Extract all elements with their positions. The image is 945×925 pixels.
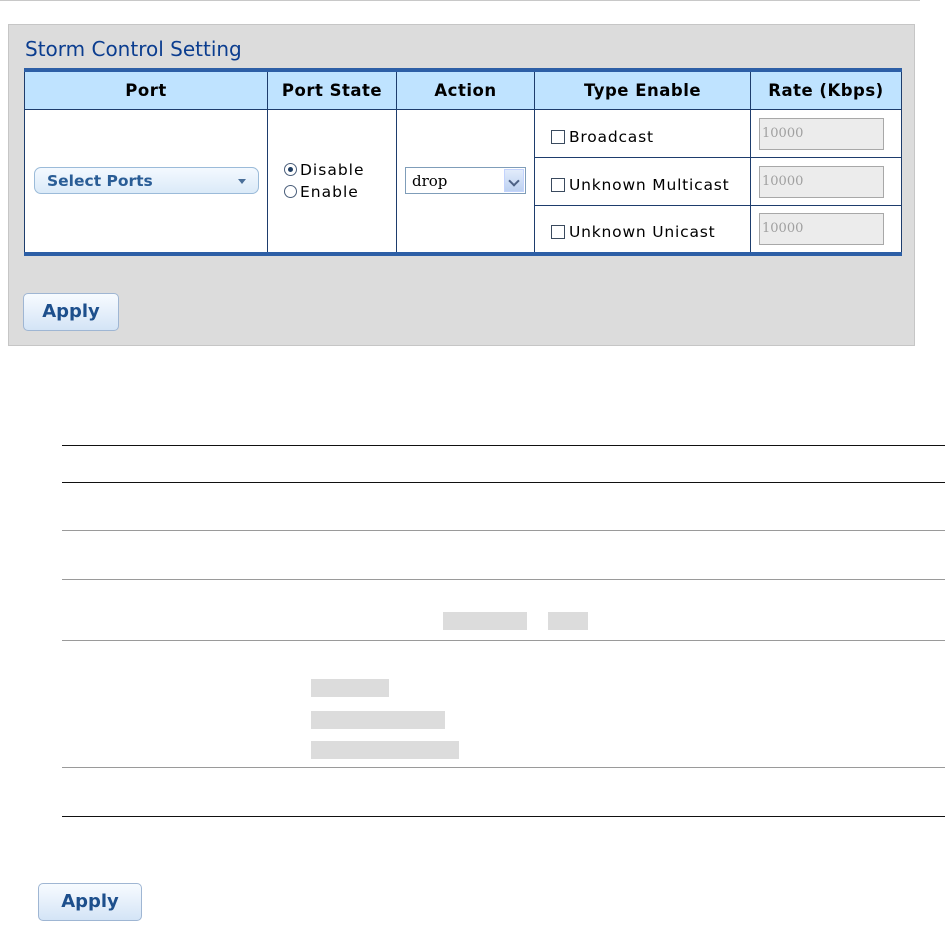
broadcast-checkbox[interactable] bbox=[551, 129, 565, 144]
rate-cell-unknown-multicast bbox=[750, 157, 902, 206]
highlight-placeholder bbox=[443, 612, 527, 630]
top-divider bbox=[0, 0, 920, 1]
radio-selected-icon[interactable] bbox=[284, 163, 297, 177]
description-table-top-rule bbox=[62, 445, 945, 446]
panel-apply-button[interactable]: Apply bbox=[23, 293, 119, 331]
radio-unselected-icon[interactable] bbox=[284, 185, 297, 199]
rate-cell-unknown-unicast bbox=[750, 205, 902, 254]
description-row-divider bbox=[62, 579, 945, 580]
description-row-divider bbox=[62, 640, 945, 641]
port-cell: Select Ports bbox=[24, 109, 268, 254]
column-header-rate: Rate (Kbps) bbox=[750, 69, 902, 110]
storm-control-panel: Storm Control Setting Port Port State Ac… bbox=[8, 24, 915, 346]
port-state-cell: Disable Enable bbox=[267, 109, 397, 254]
unknown-unicast-label: Unknown Unicast bbox=[569, 222, 716, 241]
column-header-type-enable: Type Enable bbox=[534, 69, 751, 110]
description-row-divider bbox=[62, 767, 945, 768]
unknown-unicast-rate-input[interactable] bbox=[759, 212, 884, 245]
chevron-down-icon[interactable] bbox=[504, 169, 524, 193]
port-state-enable-label: Enable bbox=[300, 182, 359, 201]
unknown-multicast-label: Unknown Multicast bbox=[569, 175, 730, 194]
description-row-divider bbox=[62, 530, 945, 531]
caret-down-icon bbox=[238, 179, 246, 185]
select-ports-label: Select Ports bbox=[47, 172, 153, 191]
highlight-placeholder bbox=[311, 679, 389, 697]
action-select-value: drop bbox=[412, 172, 448, 191]
highlight-placeholder bbox=[548, 612, 588, 630]
action-cell: drop bbox=[396, 109, 535, 254]
storm-control-table: Port Port State Action Type Enable Rate … bbox=[24, 68, 902, 256]
select-ports-dropdown[interactable]: Select Ports bbox=[34, 167, 259, 195]
column-header-port: Port bbox=[24, 69, 268, 110]
unknown-unicast-checkbox[interactable] bbox=[551, 224, 565, 239]
unknown-multicast-rate-input[interactable] bbox=[759, 165, 884, 198]
highlight-placeholder bbox=[311, 711, 445, 729]
type-cell-broadcast: Broadcast bbox=[534, 109, 751, 158]
description-header-rule bbox=[62, 482, 945, 483]
column-header-port-state: Port State bbox=[267, 69, 397, 110]
panel-title: Storm Control Setting bbox=[25, 37, 242, 61]
column-header-action: Action bbox=[396, 69, 535, 110]
description-table-bottom-rule bbox=[62, 816, 945, 817]
port-state-enable-option[interactable]: Enable bbox=[284, 181, 396, 203]
type-cell-unknown-unicast: Unknown Unicast bbox=[534, 205, 751, 254]
highlight-placeholder bbox=[311, 741, 459, 759]
type-cell-unknown-multicast: Unknown Multicast bbox=[534, 157, 751, 206]
broadcast-rate-input[interactable] bbox=[759, 117, 884, 150]
unknown-multicast-checkbox[interactable] bbox=[551, 177, 565, 192]
action-select[interactable]: drop bbox=[405, 167, 526, 195]
footer-apply-button[interactable]: Apply bbox=[38, 883, 142, 921]
rate-cell-broadcast bbox=[750, 109, 902, 158]
broadcast-label: Broadcast bbox=[569, 127, 654, 146]
port-state-disable-label: Disable bbox=[300, 160, 365, 179]
port-state-disable-option[interactable]: Disable bbox=[284, 159, 396, 181]
